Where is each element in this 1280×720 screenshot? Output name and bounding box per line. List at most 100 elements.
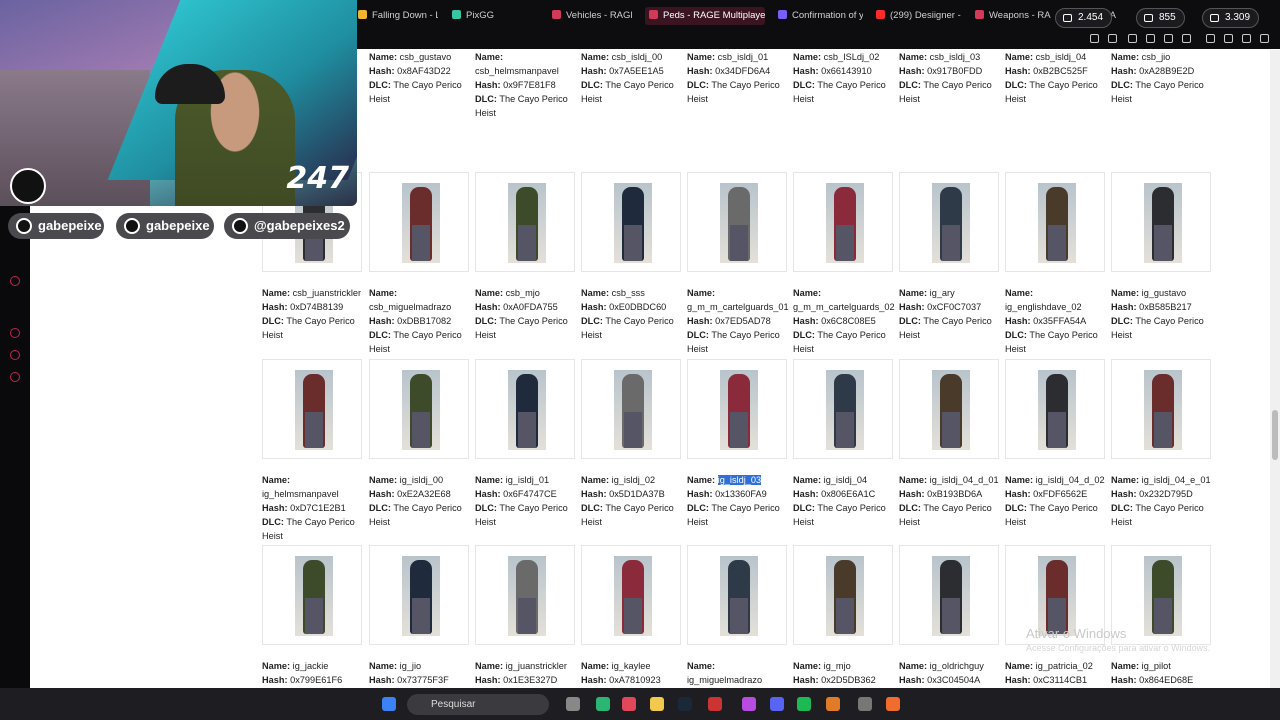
ped-image[interactable] (899, 359, 999, 459)
discord-icon[interactable] (770, 697, 784, 711)
ped-card[interactable]: Name: csb_jio Hash: 0xA28B9E2D DLC: The Ca… (1111, 50, 1213, 106)
ped-image[interactable] (687, 545, 787, 645)
browser-tab[interactable]: Confirmation of y (778, 7, 863, 25)
app-icon[interactable] (826, 697, 840, 711)
toolbar-icon[interactable] (1260, 34, 1269, 43)
ped-card[interactable]: Name: ig_isldj_01 Hash: 0x6F4747CE DLC: Th… (475, 359, 577, 529)
toolbar-icon[interactable] (1224, 34, 1233, 43)
ped-image[interactable] (793, 359, 893, 459)
ped-card[interactable]: Name: csb_isldj_03 Hash: 0x917B0FDD DLC: T… (899, 50, 1001, 106)
ped-card[interactable]: Name: ig_isldj_04 Hash: 0x806E6A1C DLC: Th… (793, 359, 895, 529)
ped-image[interactable] (581, 359, 681, 459)
ped-hash-value: 0x34DFD6A4 (715, 66, 771, 76)
ped-image[interactable] (475, 359, 575, 459)
ped-card[interactable]: Name: ig_juanstricklerHash: 0x1E3E327DDL… (475, 545, 577, 688)
browser-tab[interactable]: (299) Desiigner - (876, 7, 961, 25)
ped-card[interactable]: Name: ig_patricia_02Hash: 0xC3114CB1DLC:… (1005, 545, 1107, 688)
ped-card[interactable]: Name: csb_isldj_00 Hash: 0x7A5EE1A5 DLC: T… (581, 50, 683, 106)
stat-counter[interactable]: 3.309 (1202, 8, 1260, 28)
ped-image[interactable] (475, 172, 575, 272)
ped-card[interactable]: Name: csb_mjo Hash: 0xA0FDA755 DLC: The Ca… (475, 172, 577, 342)
ped-image[interactable] (581, 172, 681, 272)
ped-card[interactable]: Name: csb_ISLdj_02 Hash: 0x66143910 DLC: T… (793, 50, 895, 106)
start-icon[interactable] (382, 697, 396, 711)
ped-image[interactable] (687, 172, 787, 272)
ped-image[interactable] (1111, 359, 1211, 459)
ped-card[interactable]: Name: ig_miguelmadrazoHash: 0x45C7E7C3DL… (687, 545, 789, 688)
ped-image[interactable] (687, 359, 787, 459)
page-scrollbar[interactable] (1270, 50, 1280, 688)
rail-circle-icon[interactable] (10, 276, 20, 286)
browser-tab[interactable]: PixGG (452, 7, 497, 25)
ped-card[interactable]: Name: csb_isldj_01 Hash: 0x34DFD6A4 DLC: T… (687, 50, 789, 106)
stat-counter[interactable]: 2.454 (1055, 8, 1113, 28)
toolbar-icon[interactable] (1242, 34, 1251, 43)
ped-card[interactable]: Name: csb_isldj_04 Hash: 0xB2BC525F DLC: T… (1005, 50, 1107, 106)
toolbar-icon[interactable] (1128, 34, 1137, 43)
ped-hash-value: 0xE0DBDC60 (609, 302, 667, 312)
globe-icon (1210, 14, 1219, 22)
toolbar-icon[interactable] (1090, 34, 1099, 43)
ped-card[interactable]: Name: csb_sss Hash: 0xE0DBDC60 DLC: The Ca… (581, 172, 683, 342)
toolbar-icon[interactable] (1206, 34, 1215, 43)
browser-tab[interactable]: Peds - RAGE Multiplayer (645, 7, 765, 25)
ped-card[interactable]: Name: ig_oldrichguyHash: 0x3C04504ADLC: … (899, 545, 1001, 688)
ped-card[interactable]: Name: ig_helmsmanpavel Hash: 0xD7C1E2B1 DL… (262, 359, 364, 543)
ped-image[interactable] (262, 359, 362, 459)
ped-card[interactable]: Name: ig_isldj_00 Hash: 0xE2A32E68 DLC: Th… (369, 359, 471, 529)
toolbar-icon[interactable] (1108, 34, 1117, 43)
ped-image[interactable] (899, 545, 999, 645)
app-icon[interactable] (742, 697, 756, 711)
browser-tab[interactable]: Falling Down - Li (358, 7, 438, 25)
ped-image[interactable] (793, 172, 893, 272)
stat-counter[interactable]: 855 (1136, 8, 1185, 28)
steam-icon[interactable] (678, 697, 692, 711)
browser-tab[interactable]: Vehicles - RAGE M (552, 7, 632, 25)
ped-card[interactable]: Name: ig_isldj_02 Hash: 0x5D1DA37B DLC: Th… (581, 359, 683, 529)
ped-card[interactable]: Name: csb_gustavo Hash: 0x8AF43D22 DLC: Th… (369, 50, 471, 106)
ped-card[interactable]: Name: ig_ary Hash: 0xCF0C7037 DLC: The Cay… (899, 172, 1001, 342)
ped-image[interactable] (369, 172, 469, 272)
toolbar-icon[interactable] (1146, 34, 1155, 43)
app-icon[interactable] (886, 697, 900, 711)
spotify-icon[interactable] (797, 697, 811, 711)
ped-dlc-line: DLC: The Cayo Perico Heist (1111, 314, 1213, 342)
ped-image[interactable] (1005, 172, 1105, 272)
task-view-icon[interactable] (566, 697, 580, 711)
rail-gear-icon[interactable] (10, 372, 20, 382)
ped-image[interactable] (581, 545, 681, 645)
ped-card[interactable]: Name: ig_pilotHash: 0x864ED68EDLC: The C… (1111, 545, 1213, 688)
ped-card[interactable]: Name: ig_jackieHash: 0x799E61F6DLC: The … (262, 545, 364, 688)
ped-card[interactable]: Name: g_m_m_cartelguards_01 Hash: 0x7ED5A… (687, 172, 789, 356)
ped-card[interactable]: Name: ig_kayleeHash: 0xA7810923DLC: The … (581, 545, 683, 688)
ped-image[interactable] (475, 545, 575, 645)
ped-card[interactable]: Name: g_m_m_cartelguards_02 Hash: 0x6C8C0… (793, 172, 895, 356)
opera-icon[interactable] (622, 697, 636, 711)
ped-image[interactable] (1005, 359, 1105, 459)
ped-image[interactable] (369, 359, 469, 459)
ped-card[interactable]: Name: ig_isldj_03 Hash: 0x13360FA9 DLC: Th… (687, 359, 789, 529)
toolbar-icon[interactable] (1164, 34, 1173, 43)
ped-card[interactable]: Name: csb_miguelmadrazo Hash: 0xDBB17082 D… (369, 172, 471, 356)
folder-icon[interactable] (650, 697, 664, 711)
ped-card[interactable]: Name: csb_helmsmanpavel Hash: 0x9F7E81F8 D… (475, 50, 577, 120)
ped-card[interactable]: Name: ig_englishdave_02 Hash: 0x35FFA54A D… (1005, 172, 1107, 356)
ped-card[interactable]: Name: ig_isldj_04_d_02 Hash: 0xFDF6562E DL… (1005, 359, 1107, 529)
ped-card[interactable]: Name: ig_isldj_04_d_01 Hash: 0xB193BD6A DL… (899, 359, 1001, 529)
app-icon[interactable] (858, 697, 872, 711)
app-icon[interactable] (596, 697, 610, 711)
ped-image[interactable] (793, 545, 893, 645)
toolbar-icon[interactable] (1182, 34, 1191, 43)
rail-cube-icon[interactable] (10, 350, 20, 360)
app-icon[interactable] (708, 697, 722, 711)
ped-image[interactable] (1111, 172, 1211, 272)
ped-card[interactable]: Name: ig_isldj_04_e_01 Hash: 0x232D795D DL… (1111, 359, 1213, 529)
ped-image[interactable] (369, 545, 469, 645)
ped-image[interactable] (262, 545, 362, 645)
rail-clock-icon[interactable] (10, 328, 20, 338)
ped-card[interactable]: Name: ig_jioHash: 0x73775F3FDLC: The Cay… (369, 545, 471, 688)
taskbar-search-input[interactable]: Pesquisar (407, 694, 549, 715)
ped-card[interactable]: Name: ig_gustavo Hash: 0xB585B217 DLC: The… (1111, 172, 1213, 342)
ped-card[interactable]: Name: ig_mjoHash: 0x2D5DB362DLC: The Cay… (793, 545, 895, 688)
ped-image[interactable] (899, 172, 999, 272)
